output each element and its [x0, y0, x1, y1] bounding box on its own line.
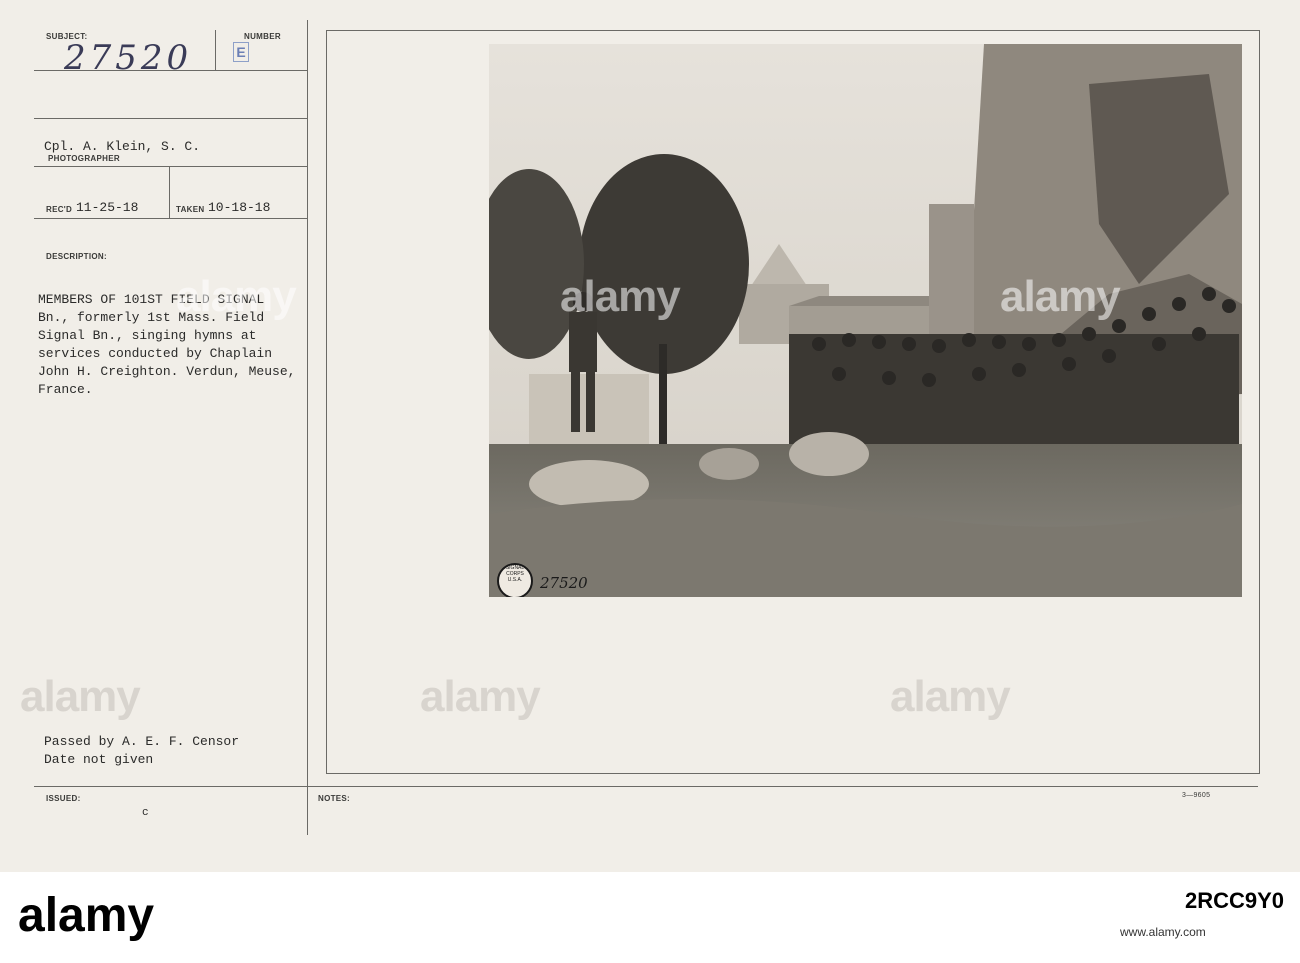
- notes-label: NOTES:: [318, 794, 351, 803]
- watermark-logo: alamy: [20, 672, 141, 721]
- archive-card: SUBJECT: 27520 NUMBER E Cpl. A. Klein, S…: [0, 0, 1300, 872]
- issued-label: ISSUED:: [46, 794, 81, 803]
- footer-site: www.alamy.com: [1120, 925, 1206, 939]
- watermark-logo: alamy: [176, 272, 297, 321]
- divider: [34, 218, 307, 219]
- censor-note: Passed by A. E. F. Censor Date not given: [44, 733, 239, 769]
- subject-number: 27520: [64, 38, 193, 78]
- divider: [34, 786, 1258, 787]
- image-id: 2RCC9Y0: [1185, 888, 1285, 913]
- watermark-logo: alamy: [890, 672, 1011, 721]
- seal-text: SIGNAL CORPS U.S.A.: [505, 565, 525, 583]
- taken-date: 10-18-18: [208, 200, 271, 215]
- number-stamp: E: [233, 42, 249, 62]
- signal-corps-seal: SIGNAL CORPS U.S.A.: [497, 563, 533, 597]
- description-line: Signal Bn., singing hymns at: [38, 328, 257, 343]
- watermark-logo: alamy: [420, 672, 541, 721]
- description-line: John H. Creighton. Verdun, Meuse,: [38, 364, 296, 379]
- photographer-label: PHOTOGRAPHER: [48, 154, 120, 163]
- divider: [34, 166, 307, 167]
- divider: [34, 118, 307, 119]
- form-code: 3—9605: [1182, 792, 1211, 799]
- watermark-logo: alamy: [1000, 272, 1121, 321]
- recd-date: 11-25-18: [76, 200, 139, 215]
- watermark-logo: alamy: [560, 272, 681, 321]
- recd-label: REC'D: [46, 205, 73, 214]
- divider: [307, 20, 308, 835]
- issued-mark: c: [142, 807, 149, 819]
- footer-logo: alamy: [18, 889, 155, 942]
- divider: [169, 166, 170, 218]
- taken-label: TAKEN: [176, 205, 205, 214]
- censor-line: Date not given: [44, 752, 154, 767]
- description-line: services conducted by Chaplain: [38, 346, 273, 361]
- photo-overlay-number: 27520: [540, 574, 588, 592]
- number-label: NUMBER: [244, 32, 281, 41]
- stock-footer: alamy: [0, 872, 1300, 963]
- description-line: France.: [38, 382, 93, 397]
- divider: [215, 30, 216, 70]
- description-label: DESCRIPTION:: [46, 252, 107, 261]
- censor-line: Passed by A. E. F. Censor: [44, 734, 240, 749]
